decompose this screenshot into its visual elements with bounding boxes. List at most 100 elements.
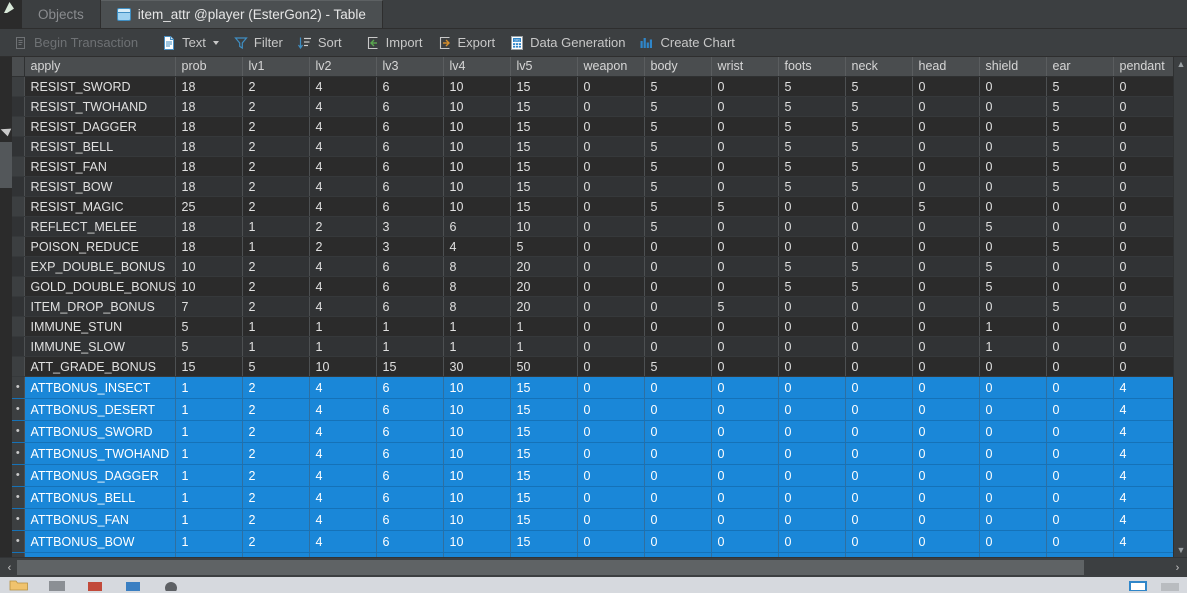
- cell-head[interactable]: 5: [912, 197, 979, 217]
- cell-shield[interactable]: 0: [979, 237, 1046, 257]
- cell-head[interactable]: 0: [912, 77, 979, 97]
- cell-prob[interactable]: 25: [175, 197, 242, 217]
- cell-lv2[interactable]: 4: [309, 277, 376, 297]
- taskbar-app2-icon[interactable]: [84, 577, 106, 593]
- cell-body[interactable]: 5: [644, 157, 711, 177]
- cell-prob[interactable]: 1: [175, 399, 242, 421]
- cell-shield[interactable]: 0: [979, 443, 1046, 465]
- cell-head[interactable]: 0: [912, 177, 979, 197]
- cell-weapon[interactable]: 0: [577, 317, 644, 337]
- cell-shield[interactable]: 0: [979, 77, 1046, 97]
- cell-prob[interactable]: 1: [175, 487, 242, 509]
- cell-weapon[interactable]: 0: [577, 421, 644, 443]
- cell-ear[interactable]: 5: [1046, 77, 1113, 97]
- cell-ear[interactable]: 0: [1046, 217, 1113, 237]
- cell-neck[interactable]: 0: [845, 237, 912, 257]
- cell-lv1[interactable]: 2: [242, 531, 309, 553]
- cell-body[interactable]: 5: [644, 137, 711, 157]
- cell-ear[interactable]: 5: [1046, 157, 1113, 177]
- cell-neck[interactable]: 5: [845, 277, 912, 297]
- cell-lv2[interactable]: 4: [309, 531, 376, 553]
- cell-shield[interactable]: 0: [979, 197, 1046, 217]
- cell-pendant[interactable]: 4: [1113, 421, 1173, 443]
- cell-apply[interactable]: ATTBONUS_INSECT: [24, 377, 175, 399]
- cell-shield[interactable]: 0: [979, 157, 1046, 177]
- cell-foots[interactable]: 0: [778, 377, 845, 399]
- cell-wrist[interactable]: 0: [711, 443, 778, 465]
- cell-lv4[interactable]: 8: [443, 297, 510, 317]
- cell-body[interactable]: 5: [644, 177, 711, 197]
- cell-lv2[interactable]: 4: [309, 399, 376, 421]
- cell-shield[interactable]: 1: [979, 317, 1046, 337]
- cell-apply[interactable]: ATTBONUS_DAGGER: [24, 465, 175, 487]
- cell-lv3[interactable]: 3: [376, 217, 443, 237]
- cell-lv4[interactable]: 10: [443, 465, 510, 487]
- grid-scroll-viewport[interactable]: applyproblv1lv2lv3lv4lv5weaponbodywristf…: [12, 57, 1173, 557]
- cell-body[interactable]: 0: [644, 509, 711, 531]
- cell-neck[interactable]: 5: [845, 137, 912, 157]
- cell-head[interactable]: 0: [912, 421, 979, 443]
- cell-body[interactable]: 5: [644, 217, 711, 237]
- cell-neck[interactable]: 0: [845, 487, 912, 509]
- cell-lv1[interactable]: 2: [242, 443, 309, 465]
- cell-pendant[interactable]: 0: [1113, 277, 1173, 297]
- cell-head[interactable]: 0: [912, 509, 979, 531]
- cell-prob[interactable]: 10: [175, 277, 242, 297]
- horizontal-scroll-thumb[interactable]: [17, 560, 1084, 575]
- cell-foots[interactable]: 5: [778, 277, 845, 297]
- cell-foots[interactable]: 5: [778, 117, 845, 137]
- cell-pendant[interactable]: 4: [1113, 465, 1173, 487]
- cell-lv4[interactable]: 10: [443, 531, 510, 553]
- cell-wrist[interactable]: 0: [711, 277, 778, 297]
- row-marker[interactable]: [12, 157, 24, 177]
- cell-prob[interactable]: 18: [175, 177, 242, 197]
- cell-lv2[interactable]: 4: [309, 465, 376, 487]
- cell-ear[interactable]: 0: [1046, 357, 1113, 377]
- cell-lv5[interactable]: 1: [510, 317, 577, 337]
- column-header-prob[interactable]: prob: [175, 57, 242, 77]
- cell-lv1[interactable]: 5: [242, 357, 309, 377]
- cell-lv5[interactable]: 15: [510, 197, 577, 217]
- table-row[interactable]: RESIST_TWOHAND182461015050550050: [12, 97, 1173, 117]
- cell-lv4[interactable]: 10: [443, 117, 510, 137]
- cell-neck[interactable]: 0: [845, 509, 912, 531]
- cell-apply[interactable]: GOLD_DOUBLE_BONUS: [24, 277, 175, 297]
- cell-wrist[interactable]: 0: [711, 487, 778, 509]
- cell-wrist[interactable]: 5: [711, 297, 778, 317]
- cell-body[interactable]: 0: [644, 487, 711, 509]
- table-row[interactable]: ATTBONUS_DAGGER12461015000000004: [12, 465, 1173, 487]
- cell-lv5[interactable]: 50: [510, 357, 577, 377]
- cell-lv1[interactable]: 2: [242, 77, 309, 97]
- cell-shield[interactable]: 0: [979, 297, 1046, 317]
- cell-head[interactable]: 0: [912, 553, 979, 558]
- cell-head[interactable]: 0: [912, 237, 979, 257]
- cell-head[interactable]: 0: [912, 97, 979, 117]
- cell-foots[interactable]: 5: [778, 77, 845, 97]
- row-marker[interactable]: [12, 421, 24, 443]
- cell-lv2[interactable]: 4: [309, 77, 376, 97]
- cell-prob[interactable]: 10: [175, 257, 242, 277]
- cell-wrist[interactable]: 0: [711, 357, 778, 377]
- cell-body[interactable]: 0: [644, 553, 711, 558]
- cell-lv5[interactable]: 10: [510, 217, 577, 237]
- vertical-scrollbar[interactable]: ▲ ▼: [1173, 57, 1187, 557]
- cell-pendant[interactable]: 4: [1113, 399, 1173, 421]
- cell-lv3[interactable]: 6: [376, 157, 443, 177]
- cell-lv4[interactable]: 10: [443, 399, 510, 421]
- cell-foots[interactable]: 5: [778, 177, 845, 197]
- row-marker[interactable]: [12, 487, 24, 509]
- cell-pendant[interactable]: 0: [1113, 97, 1173, 117]
- cell-head[interactable]: 0: [912, 377, 979, 399]
- column-header-head[interactable]: head: [912, 57, 979, 77]
- table-row[interactable]: RESIST_FAN182461015050550050: [12, 157, 1173, 177]
- cell-prob[interactable]: 18: [175, 217, 242, 237]
- table-row[interactable]: ITEM_DROP_BONUS7246820005000050: [12, 297, 1173, 317]
- row-marker[interactable]: [12, 257, 24, 277]
- cell-weapon[interactable]: 0: [577, 177, 644, 197]
- cell-shield[interactable]: 0: [979, 377, 1046, 399]
- cell-lv4[interactable]: 10: [443, 137, 510, 157]
- cell-ear[interactable]: 0: [1046, 531, 1113, 553]
- cell-weapon[interactable]: 0: [577, 137, 644, 157]
- cell-apply[interactable]: RESIST_DAGGER: [24, 117, 175, 137]
- cell-shield[interactable]: 0: [979, 553, 1046, 558]
